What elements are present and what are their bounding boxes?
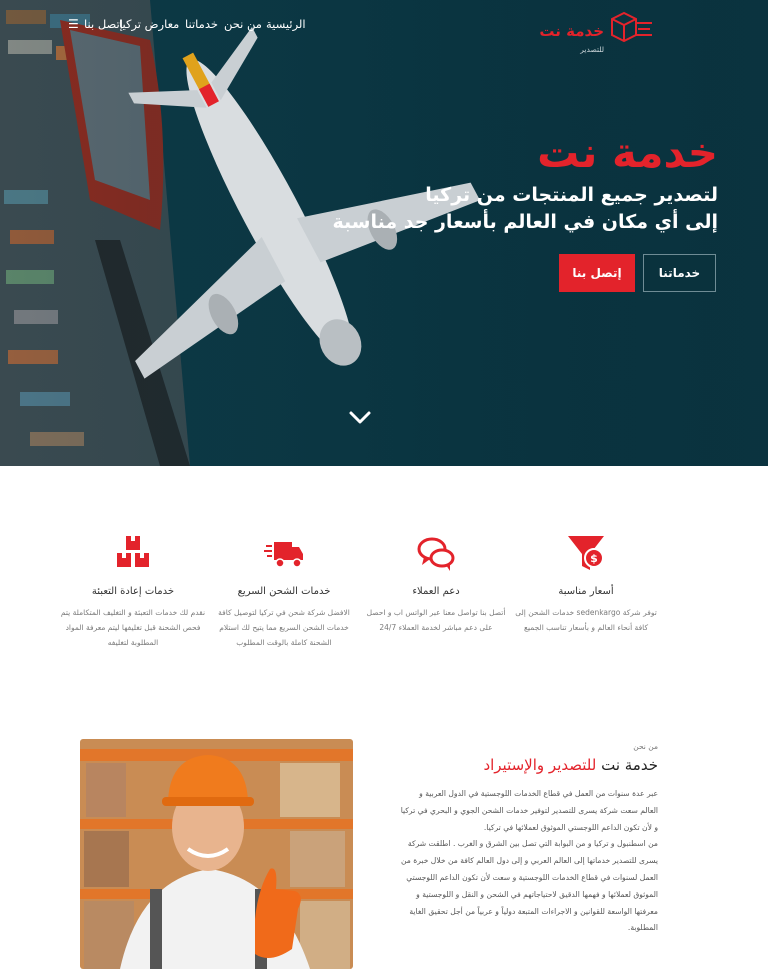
menu-icon[interactable]: ☰	[68, 17, 79, 31]
feature-fair-prices: $ أسعار مناسبة توفر شركة sedenkargo خدما…	[511, 534, 661, 635]
feature-title: خدمات الشحن السريع	[237, 586, 331, 597]
hero-background-image	[0, 0, 768, 466]
nav-services[interactable]: خدماتنا	[185, 17, 218, 31]
feature-title: أسعار مناسبة	[558, 586, 614, 597]
nav-contact[interactable]: إتصل بنا	[84, 17, 123, 31]
svg-text:$: $	[590, 552, 598, 565]
contact-button[interactable]: إتصل بنا	[559, 254, 635, 292]
chevron-down-icon[interactable]	[348, 408, 372, 428]
nav-turkey-exhibitions[interactable]: معارض تركيا	[119, 17, 179, 31]
about-paragraph: من اسطنبول و تركيا و من البوابة التي تصل…	[400, 839, 658, 933]
nav-about[interactable]: من نحن	[224, 17, 262, 31]
feature-title: خدمات إعادة التعبئة	[91, 586, 175, 597]
feature-fast-shipping: خدمات الشحن السريع الافضل شركة شحن في تر…	[209, 534, 359, 650]
hero-subtitle-line1: لتصدير جميع المنتجات من تركيا	[425, 184, 718, 206]
services-button[interactable]: خدماتنا	[643, 254, 716, 292]
features-section: $ أسعار مناسبة توفر شركة sedenkargo خدما…	[0, 466, 768, 706]
feature-title: دعم العملاء	[412, 586, 460, 597]
feature-customer-support: دعم العملاء أتصل بنا تواصل معنا عبر الوا…	[361, 534, 511, 635]
chat-bubbles-icon	[417, 537, 455, 571]
about-body: عبر عدة سنوات من العمل في قطاع الخدمات ا…	[400, 786, 658, 937]
feature-desc: أتصل بنا تواصل معنا عبر الواتس اب و احصل…	[366, 608, 506, 632]
feature-desc: نقدم لك خدمات التعبئة و التغليف المتكامل…	[60, 608, 206, 647]
hero-title: خدمة نت	[537, 128, 718, 177]
boxes-icon	[117, 536, 149, 567]
hero-subtitle-line2: إلى أي مكان في العالم بأسعار جد مناسبة	[332, 211, 718, 233]
worker-photo	[80, 739, 353, 969]
feature-desc: الافضل شركة شحن في تركيا لتوصيل كافة خدم…	[218, 608, 350, 647]
about-paragraph: عبر عدة سنوات من العمل في قطاع الخدمات ا…	[400, 789, 658, 832]
about-label: من نحن	[633, 742, 658, 751]
delivery-truck-icon	[264, 542, 303, 568]
logo-subtitle: للتصدير	[580, 45, 604, 54]
box-shipping-icon	[611, 11, 652, 43]
feature-repacking: خدمات إعادة التعبئة نقدم لك خدمات التعبئ…	[58, 534, 208, 650]
about-heading: خدمة نت للتصدير والإستيراد	[483, 756, 658, 774]
about-section: من نحن خدمة نت للتصدير والإستيراد عبر عد…	[0, 706, 768, 969]
nav-home[interactable]: الرئيسية	[266, 17, 306, 31]
logo-title: خدمة نت	[539, 22, 604, 40]
top-nav: الرئيسية من نحن خدماتنا معارض تركيا إتصل…	[0, 0, 768, 60]
about-heading-dark: خدمة نت	[601, 756, 658, 774]
about-heading-red: للتصدير والإستيراد	[483, 756, 597, 774]
funnel-money-icon: $	[568, 536, 604, 570]
hero-section: الرئيسية من نحن خدماتنا معارض تركيا إتصل…	[0, 0, 768, 466]
feature-desc: توفر شركة sedenkargo خدمات الشحن إلى كاف…	[515, 608, 657, 632]
